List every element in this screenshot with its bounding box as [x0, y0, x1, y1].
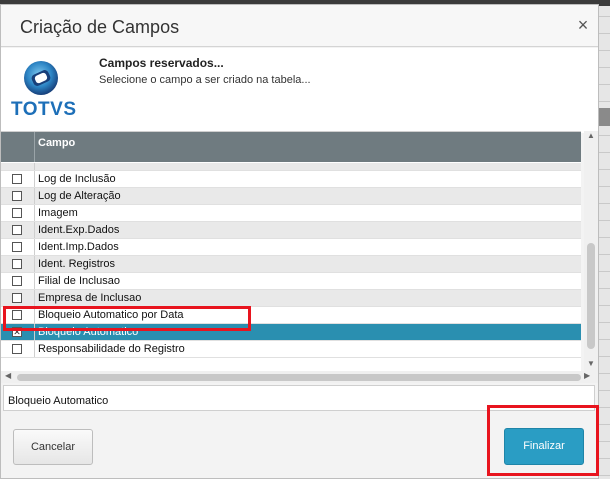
table-row-partial [1, 163, 581, 171]
horizontal-scroll-thumb[interactable] [17, 374, 581, 381]
vertical-scrollbar[interactable]: ▲ ▼ [584, 131, 598, 371]
row-checkbox[interactable] [12, 293, 22, 303]
grid-rows: Log de Inclusão Log de Alteração Imagem … [1, 163, 581, 358]
table-row[interactable]: Filial de Inclusao [1, 273, 581, 290]
create-fields-dialog: Criação de Campos × TOTVS Campos reserva… [0, 4, 599, 479]
table-row[interactable]: Log de Inclusão [1, 171, 581, 188]
row-label: Bloqueio Automatico [38, 326, 139, 338]
table-row[interactable]: Imagem [1, 205, 581, 222]
header-title: Campos reservados... [99, 56, 224, 70]
cancel-button[interactable]: Cancelar [13, 429, 93, 465]
row-checkbox[interactable] [12, 276, 22, 286]
row-label: Ident.Imp.Dados [38, 241, 119, 253]
logo-text: TOTVS [11, 99, 77, 120]
dialog-title: Criação de Campos [20, 17, 180, 37]
totvs-logo: TOTVS [11, 60, 77, 120]
grid-header-campo[interactable]: Campo [38, 137, 75, 149]
dialog-header: TOTVS Campos reservados... Selecione o c… [1, 48, 598, 133]
row-checkbox[interactable] [12, 242, 22, 252]
scroll-down-icon[interactable]: ▼ [587, 359, 595, 368]
horizontal-scrollbar[interactable]: ◀ ▶ [1, 371, 598, 383]
row-label: Ident.Exp.Dados [38, 224, 120, 236]
row-label: Bloqueio Automatico por Data [38, 309, 184, 321]
row-label: Log de Alteração [38, 190, 121, 202]
row-checkbox[interactable] [12, 259, 22, 269]
table-row[interactable]: Ident.Imp.Dados [1, 239, 581, 256]
row-label: Imagem [38, 207, 78, 219]
row-checkbox[interactable] [12, 191, 22, 201]
table-row[interactable]: Log de Alteração [1, 188, 581, 205]
row-checkbox[interactable] [12, 208, 22, 218]
row-checkbox[interactable] [12, 344, 22, 354]
fields-grid: Campo Log de Inclusão Log de Alteração I… [1, 131, 581, 371]
table-row-selected[interactable]: ✕ Bloqueio Automatico [1, 324, 581, 341]
scroll-left-icon[interactable]: ◀ [5, 371, 11, 380]
totvs-logo-icon [24, 61, 58, 95]
row-label: Filial de Inclusao [38, 275, 120, 287]
selected-field-value[interactable]: Bloqueio Automatico [3, 385, 595, 411]
dialog-titlebar: Criação de Campos × [1, 5, 598, 47]
table-row[interactable]: Ident. Registros [1, 256, 581, 273]
vertical-scroll-thumb[interactable] [587, 243, 595, 349]
row-checkbox-checked[interactable]: ✕ [12, 327, 22, 337]
scroll-up-icon[interactable]: ▲ [587, 131, 595, 140]
table-row[interactable]: Ident.Exp.Dados [1, 222, 581, 239]
scroll-right-icon[interactable]: ▶ [584, 371, 590, 380]
grid-header-checkbox-column [1, 132, 35, 162]
grid-header: Campo [1, 132, 581, 162]
row-label: Responsabilidade do Registro [38, 343, 185, 355]
close-icon[interactable]: × [574, 15, 592, 35]
table-row[interactable]: Responsabilidade do Registro [1, 341, 581, 358]
table-row[interactable]: Bloqueio Automatico por Data [1, 307, 581, 324]
row-checkbox[interactable] [12, 225, 22, 235]
row-checkbox[interactable] [12, 174, 22, 184]
row-label: Empresa de Inclusao [38, 292, 142, 304]
table-row[interactable]: Empresa de Inclusao [1, 290, 581, 307]
finish-button[interactable]: Finalizar [504, 428, 584, 465]
row-label: Ident. Registros [38, 258, 116, 270]
header-subtitle: Selecione o campo a ser criado na tabela… [99, 74, 311, 86]
row-checkbox[interactable] [12, 310, 22, 320]
row-label: Log de Inclusão [38, 173, 116, 185]
